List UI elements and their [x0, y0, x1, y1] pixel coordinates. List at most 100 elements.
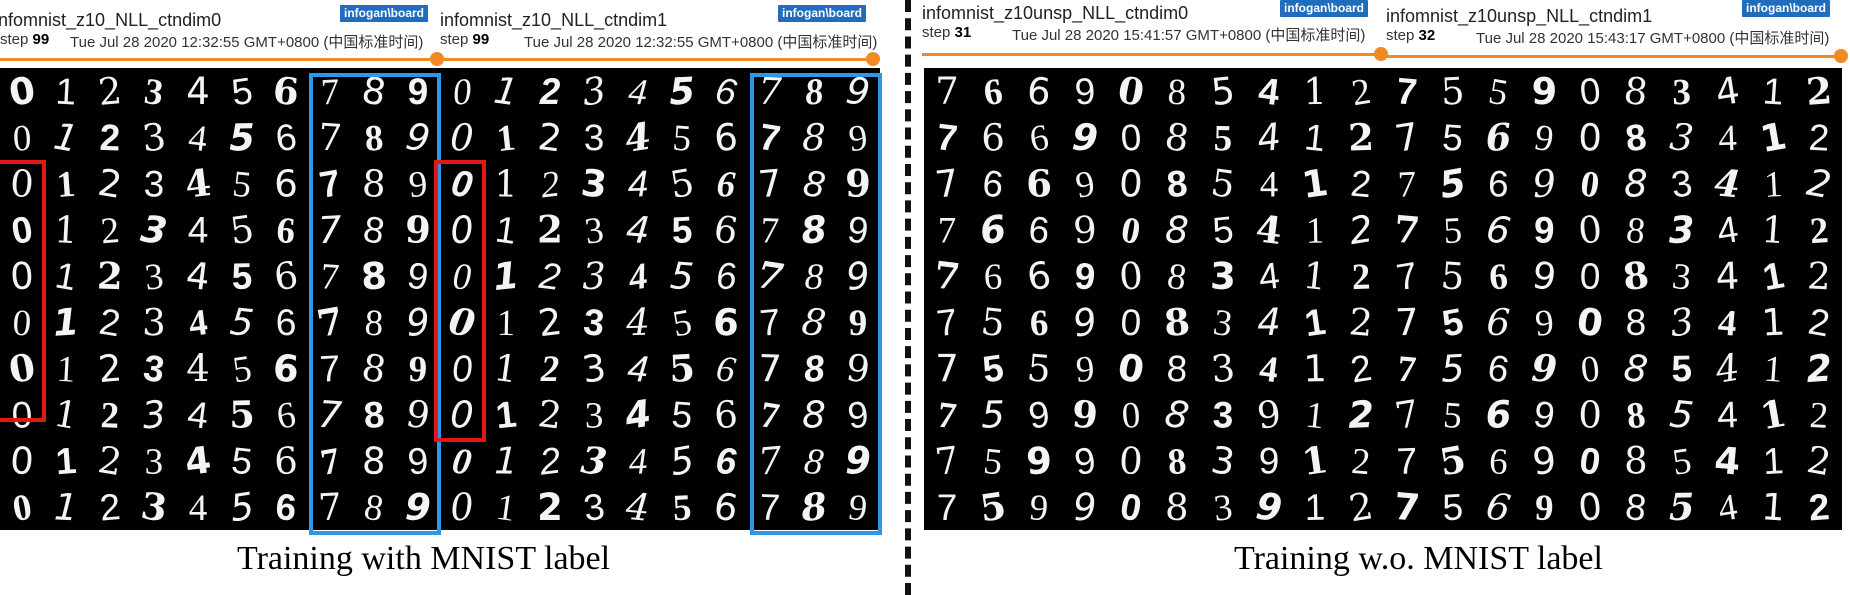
board-badge[interactable]: infogan\board — [1742, 0, 1830, 17]
digit-sample: 2 — [97, 301, 124, 345]
digit-sample: 2 — [1804, 438, 1835, 484]
step-label: step — [440, 31, 469, 48]
digit-sample: 4 — [188, 210, 209, 251]
digit-sample: 7 — [933, 438, 962, 484]
digit-sample: 2 — [536, 439, 563, 482]
step-slider-track[interactable] — [922, 53, 1380, 56]
digit-sample: 2 — [540, 349, 560, 390]
digit-sample: 2 — [536, 255, 563, 298]
digit-sample: 4 — [1254, 206, 1285, 253]
digit-sample: 3 — [138, 483, 170, 530]
digit-sample: 2 — [96, 69, 123, 114]
digit-sample: 4 — [1712, 346, 1743, 392]
step-slider-track[interactable] — [440, 58, 872, 61]
digit-sample: 0 — [1578, 70, 1603, 113]
digit-sample: 5 — [1441, 117, 1464, 159]
digit-sample: 1 — [493, 208, 519, 251]
digit-sample: 5 — [231, 164, 254, 207]
digit-sample: 3 — [582, 210, 606, 253]
step-readout: step 99 — [0, 31, 49, 48]
digit-sample: 8 — [1167, 72, 1187, 114]
digit-sample: 9 — [1071, 115, 1100, 160]
step-readout: step 99 — [440, 31, 489, 48]
digit-sample: 6 — [1488, 441, 1509, 483]
timestamp: Tue Jul 28 2020 12:32:55 GMT+0800 (中国标准时… — [524, 34, 878, 51]
step-value: 99 — [32, 31, 50, 48]
digit-sample: 3 — [582, 301, 607, 344]
digit-sample: 4 — [1715, 487, 1740, 530]
digit-sample: 8 — [1624, 440, 1648, 483]
board-badge[interactable]: infogan\board — [1280, 0, 1368, 17]
digit-sample: 3 — [143, 256, 166, 299]
digit-sample: 7 — [1392, 485, 1421, 530]
digit-sample: 8 — [1164, 208, 1189, 252]
step-slider-track[interactable] — [1384, 55, 1840, 58]
digit-sample: 2 — [96, 346, 123, 391]
digit-sample: 6 — [711, 207, 742, 253]
digit-sample: 6 — [983, 257, 1002, 298]
step-label: step — [922, 24, 951, 41]
digit-sample: 0 — [1579, 256, 1600, 297]
digit-sample: 8 — [1162, 392, 1192, 438]
digit-sample: 9 — [1531, 161, 1558, 206]
digit-sample: 4 — [186, 117, 209, 160]
digit-sample: 6 — [274, 394, 299, 437]
digit-sample: 9 — [1025, 439, 1052, 483]
digit-sample: 3 — [584, 395, 603, 436]
step-slider-handle[interactable] — [1834, 49, 1848, 63]
digit-sample: 9 — [1073, 255, 1096, 297]
digit-sample: 5 — [1436, 437, 1469, 485]
digit-sample: 1 — [54, 440, 77, 482]
digit-sample: 0 — [1120, 395, 1141, 437]
digit-sample: 7 — [934, 301, 959, 344]
digit-sample: 4 — [1256, 70, 1282, 113]
digit-sample: 4 — [183, 438, 214, 484]
digit-sample: 6 — [1488, 256, 1509, 298]
digit-image-grid: 7559083412756908341275690834127569083412… — [1384, 68, 1842, 530]
digit-sample: 6 — [1027, 209, 1051, 252]
digit-sample: 6 — [716, 164, 737, 206]
digit-sample: 1 — [1760, 208, 1786, 253]
step-slider-track[interactable] — [0, 58, 436, 61]
digit-sample: 2 — [1346, 484, 1376, 530]
digit-sample: 6 — [1025, 69, 1052, 114]
step-label: step — [1386, 27, 1415, 44]
digit-sample: 3 — [142, 71, 166, 114]
digit-sample: 4 — [1713, 439, 1742, 484]
digit-sample: 6 — [1485, 347, 1512, 391]
digit-sample: 2 — [536, 392, 565, 438]
digit-sample: 7 — [935, 70, 959, 113]
digit-sample: 5 — [230, 440, 255, 483]
digit-sample: 9 — [1531, 439, 1558, 484]
digit-sample: 0 — [449, 440, 474, 483]
digit-sample: 9 — [1534, 488, 1554, 530]
board-badge[interactable]: infogan\board — [778, 5, 866, 22]
digit-sample: 8 — [1624, 394, 1647, 437]
panel-title: nfomnist_z10_NLL_ctndim0 — [0, 10, 222, 30]
digit-sample: 0 — [10, 487, 35, 530]
step-slider-handle[interactable] — [866, 52, 880, 66]
step-readout: step 31 — [922, 24, 971, 41]
digit-sample: 8 — [1165, 163, 1189, 206]
panel-3: infomnist_z10unsp_NLL_ctndim0 infogan\bo… — [922, 0, 1388, 530]
digit-sample: 6 — [713, 115, 739, 160]
digit-sample: 3 — [1212, 394, 1233, 435]
board-badge[interactable]: infogan\board — [340, 5, 428, 22]
digit-sample: 8 — [1164, 485, 1189, 529]
digit-sample: 0 — [1574, 299, 1605, 345]
digit-sample: 0 — [1115, 345, 1148, 392]
digit-sample: 1 — [1299, 161, 1330, 207]
digit-sample: 6 — [714, 255, 738, 297]
digit-sample: 3 — [579, 346, 608, 392]
digit-sample: 1 — [1757, 391, 1790, 439]
digit-sample: 6 — [713, 348, 739, 392]
digit-sample: 5 — [1208, 161, 1237, 207]
digit-sample: 5 — [227, 484, 256, 530]
digit-sample: 1 — [53, 485, 79, 529]
digit-sample: 3 — [1672, 72, 1691, 113]
digit-sample: 9 — [1533, 209, 1555, 251]
digit-sample: 5 — [670, 302, 695, 346]
digit-sample: 4 — [184, 254, 213, 300]
digit-sample: 6 — [1484, 114, 1513, 160]
digit-sample: 0 — [1117, 485, 1144, 529]
